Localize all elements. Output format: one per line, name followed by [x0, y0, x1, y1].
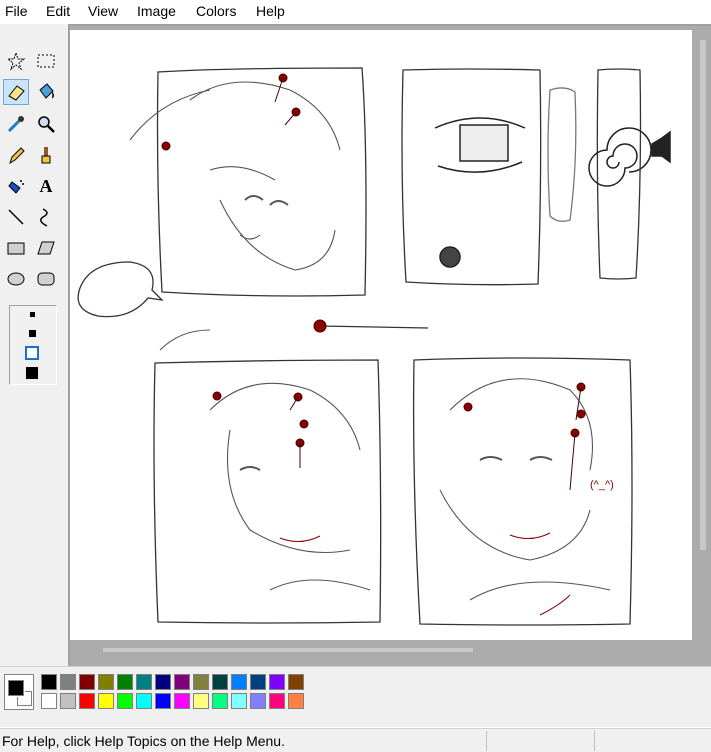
eraser-size-4[interactable]: [26, 367, 38, 379]
palette-swatch[interactable]: [117, 674, 133, 690]
palette-swatch[interactable]: [98, 693, 114, 709]
artwork-sketch: (^_^): [77, 67, 671, 626]
vertical-scrollbar[interactable]: [700, 40, 706, 550]
polygon-icon: [37, 241, 55, 255]
foreground-color-swatch[interactable]: [8, 680, 24, 696]
ellipse-icon: [7, 272, 25, 286]
tool-rectangle[interactable]: [3, 235, 29, 261]
line-icon: [8, 209, 24, 225]
tool-airbrush[interactable]: [3, 173, 29, 199]
tool-brush[interactable]: [33, 142, 59, 168]
palette-swatch[interactable]: [60, 674, 76, 690]
palette-swatch[interactable]: [174, 674, 190, 690]
menu-help[interactable]: Help: [256, 3, 285, 19]
horizontal-scrollbar[interactable]: [103, 648, 473, 652]
airbrush-icon: [8, 180, 24, 194]
tool-curve[interactable]: [33, 204, 59, 230]
tool-pencil[interactable]: [3, 142, 29, 168]
palette-swatch[interactable]: [212, 674, 228, 690]
palette-swatch[interactable]: [79, 674, 95, 690]
tool-fill-with-color[interactable]: [33, 79, 59, 105]
menu-view[interactable]: View: [88, 3, 118, 19]
status-bar: For Help, click Help Topics on the Help …: [0, 728, 711, 752]
palette-swatch[interactable]: [41, 693, 57, 709]
status-separator: [486, 731, 487, 751]
eraser-icon: [8, 85, 25, 101]
tool-rounded-rectangle[interactable]: [33, 266, 59, 292]
rect-select-icon: [37, 54, 55, 68]
palette-swatch[interactable]: [155, 693, 171, 709]
menu-image[interactable]: Image: [137, 3, 176, 19]
palette-swatch[interactable]: [41, 674, 57, 690]
eyedropper-icon: [7, 116, 24, 133]
menu-colors[interactable]: Colors: [196, 3, 236, 19]
canvas-annotation: (^_^): [590, 479, 614, 491]
magnifier-icon: [38, 116, 55, 133]
palette-swatch[interactable]: [250, 693, 266, 709]
tool-pick-color[interactable]: [3, 111, 29, 137]
palette-swatch[interactable]: [269, 693, 285, 709]
palette-swatch[interactable]: [98, 674, 114, 690]
rounded-rectangle-icon: [37, 272, 55, 286]
palette-swatch[interactable]: [288, 674, 304, 690]
palette-swatch[interactable]: [269, 674, 285, 690]
tool-free-form-select[interactable]: [3, 48, 29, 74]
text-icon: A: [39, 175, 53, 196]
current-colors[interactable]: [4, 674, 34, 710]
tool-text[interactable]: A: [33, 173, 59, 199]
rectangle-icon: [7, 242, 25, 255]
menu-file[interactable]: File: [5, 3, 28, 19]
palette-swatch[interactable]: [231, 674, 247, 690]
palette-swatch[interactable]: [136, 693, 152, 709]
palette-swatch[interactable]: [250, 674, 266, 690]
eraser-size-2[interactable]: [29, 330, 36, 337]
tool-eraser[interactable]: [3, 79, 29, 105]
status-help-text: For Help, click Help Topics on the Help …: [2, 733, 285, 749]
palette-swatch[interactable]: [136, 674, 152, 690]
tool-line[interactable]: [3, 204, 29, 230]
tool-polygon[interactable]: [33, 235, 59, 261]
eraser-size-3[interactable]: [25, 346, 39, 360]
palette-swatch[interactable]: [117, 693, 133, 709]
palette-swatch[interactable]: [193, 674, 209, 690]
tool-select[interactable]: [33, 48, 59, 74]
menu-bar: File Edit View Image Colors Help: [0, 0, 711, 24]
palette-swatch[interactable]: [60, 693, 76, 709]
tool-ellipse[interactable]: [3, 266, 29, 292]
palette-swatch[interactable]: [193, 693, 209, 709]
pencil-icon: [9, 147, 25, 165]
palette-swatch[interactable]: [155, 674, 171, 690]
drawing-canvas[interactable]: (^_^): [70, 30, 692, 640]
palette-swatch[interactable]: [231, 693, 247, 709]
curve-icon: [40, 208, 48, 227]
palette-swatch[interactable]: [174, 693, 190, 709]
eraser-size-1[interactable]: [30, 312, 35, 317]
menu-edit[interactable]: Edit: [46, 3, 70, 19]
paint-bucket-icon: [39, 83, 54, 99]
tool-magnifier[interactable]: [33, 111, 59, 137]
palette-swatch[interactable]: [288, 693, 304, 709]
tool-options-box: [9, 305, 57, 385]
status-separator: [594, 731, 595, 751]
brush-icon: [41, 147, 51, 164]
palette-swatch[interactable]: [79, 693, 95, 709]
palette-swatch[interactable]: [212, 693, 228, 709]
star-select-icon: [6, 51, 26, 71]
